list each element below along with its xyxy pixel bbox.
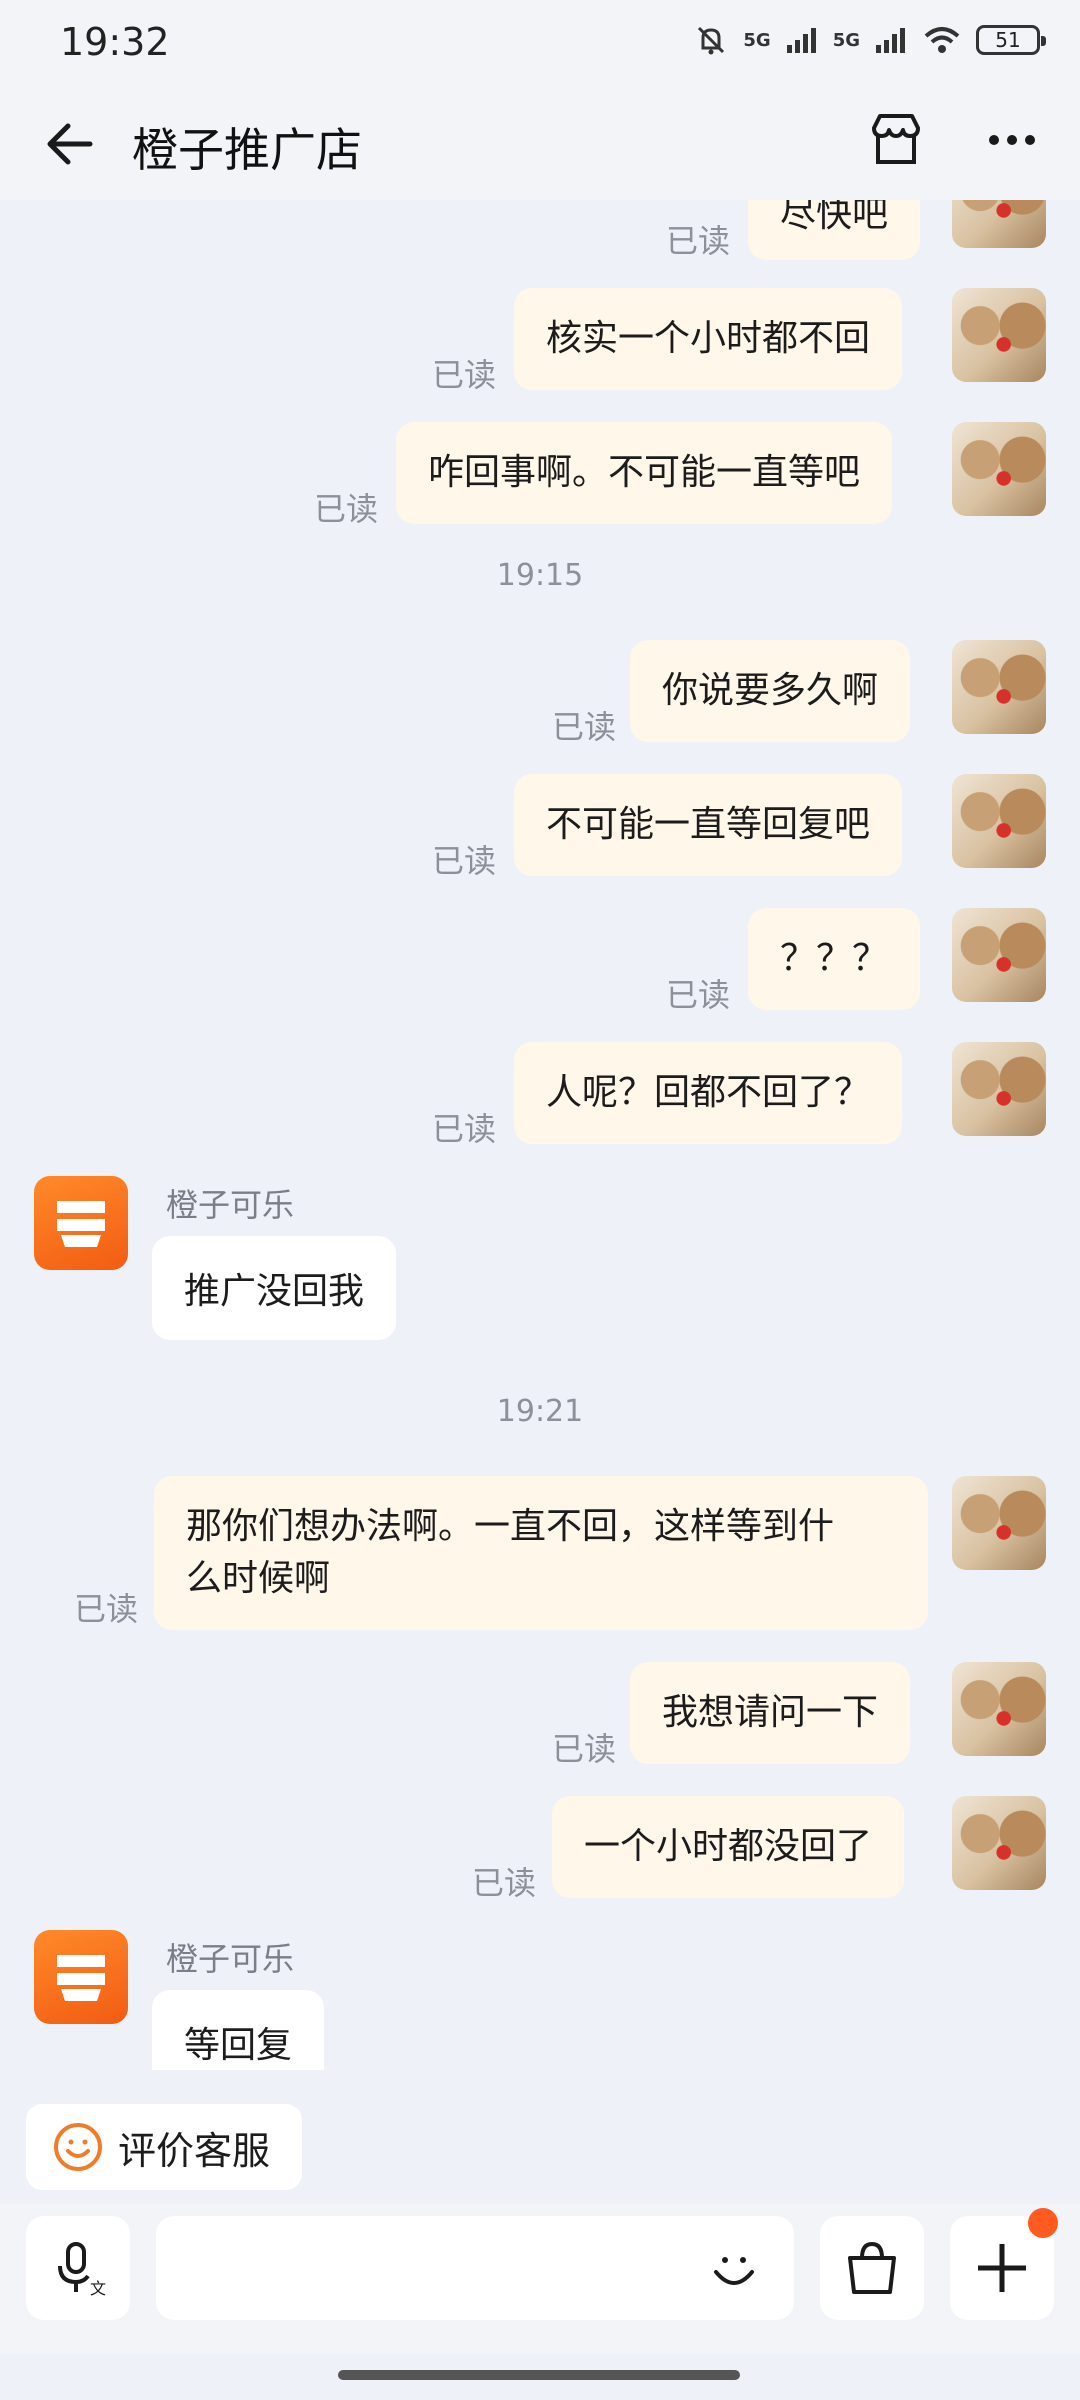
shop-avatar[interactable]: [34, 1176, 128, 1270]
message-text: 推广没回我: [184, 1271, 365, 1312]
my-avatar[interactable]: [952, 288, 1046, 382]
outgoing-message[interactable]: 我想请问一下: [630, 1662, 911, 1764]
read-receipt: 已读: [472, 1864, 537, 1902]
outgoing-message[interactable]: 不可能一直等回复吧: [514, 774, 903, 876]
outgoing-message[interactable]: 咋回事啊。不可能一直等吧: [396, 422, 893, 524]
outgoing-message[interactable]: 人呢？回都不回了？: [514, 1042, 903, 1144]
message-text-line1: 那你们想办法啊。一直不回，这样等到什: [186, 1506, 835, 1547]
page-title: 橙子推广店: [132, 123, 362, 177]
shopping-bag-icon: [848, 2241, 896, 2294]
message-text: 你说要多久啊: [662, 670, 879, 711]
status-bar: 19:32 5G 5G 51: [0, 0, 1080, 84]
microphone-icon: 文: [58, 2242, 106, 2298]
my-avatar[interactable]: [952, 200, 1046, 248]
my-avatar[interactable]: [952, 422, 1046, 516]
read-receipt: 已读: [432, 356, 497, 394]
read-receipt: 已读: [666, 976, 731, 1014]
signal-5g-icon: 5G: [743, 29, 771, 51]
smile-icon: [54, 2123, 102, 2171]
message-text-line2: 么时候啊: [186, 1558, 331, 1599]
message-text: 尽快吧: [780, 200, 889, 235]
sender-name: 橙子可乐: [166, 1940, 295, 1978]
shop-logo-icon: [57, 1201, 105, 1247]
message-text: 等回复: [184, 2025, 293, 2066]
voice-input-button[interactable]: 文: [26, 2216, 130, 2320]
message-text: 核实一个小时都不回: [546, 318, 871, 359]
sender-name: 橙子可乐: [166, 1186, 295, 1224]
my-avatar[interactable]: [952, 1042, 1046, 1136]
message-text: ？？？: [780, 938, 889, 979]
timestamp: 19:15: [496, 558, 584, 593]
input-bar: 文: [0, 2204, 1080, 2354]
outgoing-message[interactable]: 你说要多久啊: [630, 640, 911, 742]
notification-dot: [1028, 2208, 1058, 2238]
status-icons: 5G 5G 51: [693, 22, 1046, 58]
shop-avatar[interactable]: [34, 1930, 128, 2024]
outgoing-message[interactable]: ？？？: [748, 908, 921, 1010]
timestamp: 19:21: [496, 1394, 584, 1429]
incoming-message[interactable]: 推广没回我: [152, 1236, 397, 1340]
wifi-icon: [924, 27, 960, 53]
signal-bars-icon: [786, 28, 816, 53]
my-avatar[interactable]: [952, 774, 1046, 868]
read-receipt: 已读: [74, 1590, 139, 1628]
mute-bell-icon: [698, 26, 725, 55]
read-receipt: 已读: [552, 1730, 617, 1768]
more-actions-button[interactable]: [950, 2208, 1058, 2320]
home-indicator[interactable]: [338, 2370, 740, 2380]
shop-logo-icon: [57, 1955, 105, 2001]
store-icon[interactable]: [866, 110, 926, 170]
message-text: 一个小时都没回了: [584, 1826, 873, 1867]
my-avatar[interactable]: [952, 1662, 1046, 1756]
plus-icon: [978, 2244, 1026, 2292]
my-avatar[interactable]: [952, 1476, 1046, 1570]
read-receipt: 已读: [432, 842, 497, 880]
chat-list[interactable]: 已读 尽快吧 已读 核实一个小时都不回 已读 咋回事啊。不可能一直等吧 19:1…: [0, 200, 1080, 2070]
battery-icon: 51: [976, 25, 1046, 55]
message-text: 咋回事啊。不可能一直等吧: [428, 452, 861, 493]
read-receipt: 已读: [666, 222, 731, 260]
chat-header: 橙子推广店: [0, 84, 1080, 200]
incoming-message[interactable]: 等回复: [152, 1990, 325, 2070]
outgoing-message[interactable]: 核实一个小时都不回: [514, 288, 903, 390]
rate-service-label: 评价客服: [118, 2128, 271, 2173]
shopping-bag-button[interactable]: [820, 2216, 924, 2320]
outgoing-message[interactable]: 那你们想办法啊。一直不回，这样等到什 么时候啊: [154, 1476, 928, 1630]
my-avatar[interactable]: [952, 640, 1046, 734]
read-receipt: 已读: [552, 708, 617, 746]
my-avatar[interactable]: [952, 1796, 1046, 1890]
emoji-icon[interactable]: [704, 2238, 764, 2298]
message-text: 我想请问一下: [662, 1692, 879, 1733]
svg-text:文: 文: [90, 2280, 106, 2298]
back-arrow-icon[interactable]: [38, 114, 98, 174]
rate-service-button[interactable]: 评价客服: [26, 2104, 302, 2190]
read-receipt: 已读: [314, 490, 379, 528]
my-avatar[interactable]: [952, 908, 1046, 1002]
more-options-icon[interactable]: [982, 110, 1042, 170]
read-receipt: 已读: [432, 1110, 497, 1148]
signal-bars-icon-2: [876, 28, 905, 53]
message-text: 不可能一直等回复吧: [546, 804, 871, 845]
outgoing-message[interactable]: 一个小时都没回了: [552, 1796, 905, 1898]
message-input[interactable]: [156, 2216, 794, 2320]
signal-5g-icon-2: 5G: [832, 29, 860, 51]
status-time: 19:32: [60, 20, 170, 64]
message-text: 人呢？回都不回了？: [546, 1072, 871, 1113]
outgoing-message[interactable]: 尽快吧: [748, 200, 921, 260]
